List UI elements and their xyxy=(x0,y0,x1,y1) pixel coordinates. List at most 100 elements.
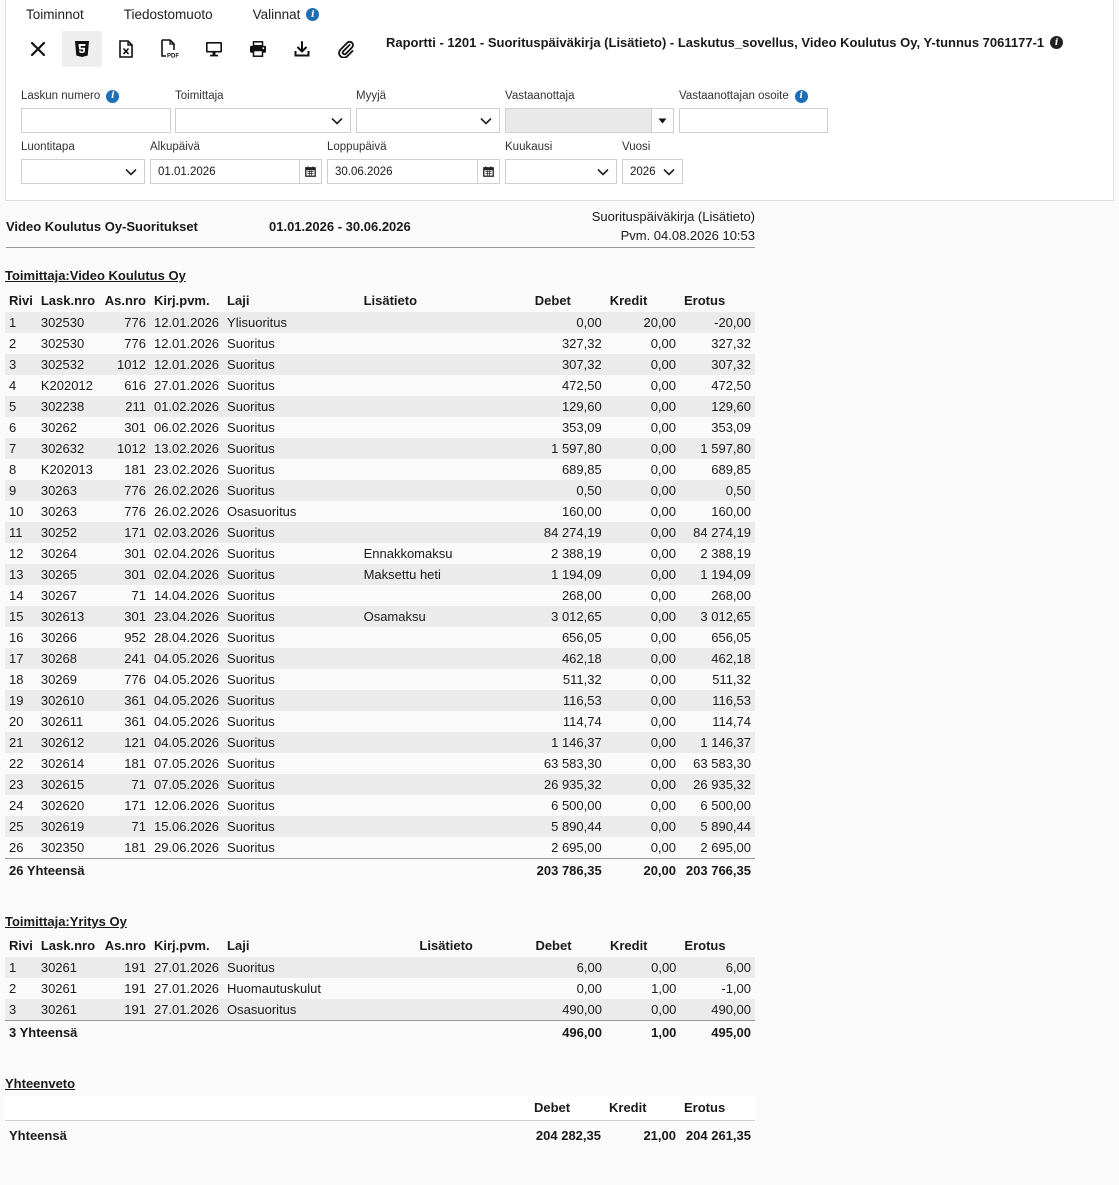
report-date: Pvm. 04.08.2026 10:53 xyxy=(620,228,755,243)
cell-rivi: 5 xyxy=(5,396,37,417)
menu-toiminnot[interactable]: Toiminnot xyxy=(26,7,84,22)
cell-kirjpvm: 02.04.2026 xyxy=(153,546,220,561)
cell-kredit: 0,00 xyxy=(650,714,677,729)
html-export-button[interactable] xyxy=(62,31,102,67)
table-row: 17 30268 241 04.05.2026 Suoritus 462,18 0,00 46… xyxy=(5,648,755,669)
cell-laji: Suoritus xyxy=(223,354,360,375)
download-button[interactable] xyxy=(282,31,322,67)
cell-rivi: 6 xyxy=(9,420,17,435)
cell-kredit: 0,00 xyxy=(605,606,681,627)
cell-laji: Ylisuoritus xyxy=(223,312,360,333)
cell-erotus: 1 597,80 xyxy=(680,438,755,459)
cell-rivi: 9 xyxy=(5,480,37,501)
cell-kredit: 0,00 xyxy=(605,522,681,543)
toimittaja-select[interactable] xyxy=(175,108,351,133)
payments-table: Rivi Lask.nro As.nro Kirj.pvm. Laji Lisä… xyxy=(5,288,755,883)
alkupaiva-input[interactable]: 01.01.2026 xyxy=(150,159,322,184)
html5-icon xyxy=(75,41,89,57)
vastaanottaja-select[interactable] xyxy=(505,108,674,133)
attachment-button[interactable] xyxy=(326,31,366,67)
cell-laji: Suoritus xyxy=(223,480,360,501)
myyja-select[interactable] xyxy=(356,108,500,133)
loppupaiva-input[interactable]: 30.06.2026 xyxy=(327,159,500,184)
cell-erotus: 1 194,09 xyxy=(680,564,755,585)
calendar-icon[interactable] xyxy=(299,160,321,183)
report-title: Raportti - 1201 - Suorituspäiväkirja (Li… xyxy=(386,35,1064,50)
excel-export-button[interactable] xyxy=(106,31,146,67)
info-icon[interactable]: i xyxy=(1050,36,1064,49)
cell-rivi: 22 xyxy=(9,756,24,771)
vastaanottajan-osoite-input[interactable] xyxy=(679,108,828,133)
cell-rivi: 19 xyxy=(5,690,37,711)
kuukausi-select[interactable] xyxy=(505,159,617,184)
chevron-down-icon xyxy=(480,117,492,125)
cell-kirjpvm: 29.06.2026 xyxy=(153,839,220,855)
cell-kirjpvm: 27.01.2026 xyxy=(153,378,220,393)
vastaanottajan-osoite-field: Vastaanottajan osoite i xyxy=(679,88,828,133)
table-body: 1 30261 191 27.01.2026 Suoritus 6,00 0,00 6,00 2… xyxy=(5,957,755,1020)
cell-kredit: 0,00 xyxy=(605,564,681,585)
cell-debet: 116,53 xyxy=(530,690,606,711)
vuosi-select[interactable]: 2026 xyxy=(622,159,683,184)
table-row: 7 302632 1012 13.02.2026 Suoritus 1 597,80 0,0… xyxy=(5,438,755,459)
menu-tiedostomuoto[interactable]: Tiedostomuoto xyxy=(124,7,213,22)
cell-laji: Suoritus xyxy=(227,672,275,687)
cell-asnro: 1012 xyxy=(100,438,150,459)
cell-kirjpvm: 07.05.2026 xyxy=(149,774,224,795)
calendar-icon[interactable] xyxy=(477,160,499,183)
cell-lasknro: 30263 xyxy=(36,480,101,501)
cell-rivi: 4 xyxy=(9,378,17,393)
table-row: 19 302610 361 04.05.2026 Suoritus 116,53 0,00 1… xyxy=(5,690,755,711)
table-row: 10 30263 776 26.02.2026 Osasuoritus 160,00 0,0… xyxy=(5,501,755,522)
info-icon[interactable]: i xyxy=(794,89,808,103)
cell-lasknro: 302612 xyxy=(36,732,101,753)
cell-lisatieto xyxy=(360,753,531,774)
cell-debet: 129,60 xyxy=(530,396,606,417)
cell-lisatieto xyxy=(359,480,531,501)
cell-lasknro: 30267 xyxy=(40,588,77,603)
cell-asnro: 301 xyxy=(124,420,146,435)
cell-erotus: 26 935,32 xyxy=(680,774,755,795)
cell-kredit: 0,00 xyxy=(650,672,677,687)
luontitapa-select[interactable] xyxy=(21,159,145,184)
cell-asnro: 1012 xyxy=(100,354,150,375)
cell-asnro: 71 xyxy=(100,774,150,795)
laskun-numero-input[interactable] xyxy=(21,108,171,133)
cell-erotus: 6 500,00 xyxy=(700,798,751,813)
caret-down-icon[interactable] xyxy=(651,109,673,132)
cell-lasknro: 302610 xyxy=(36,690,101,711)
cell-laji: Suoritus xyxy=(223,438,360,459)
cell-rivi: 16 xyxy=(9,630,24,645)
pdf-export-button[interactable]: PDF xyxy=(150,31,190,67)
cell-rivi: 11 xyxy=(5,522,37,543)
cell-erotus: 160,00 xyxy=(711,504,751,519)
cell-rivi: 1 xyxy=(5,312,37,333)
total-debet: 496,00 xyxy=(531,1019,606,1045)
menu-valinnat[interactable]: Valinnat i xyxy=(253,7,320,22)
cell-laji: Huomautuskulut xyxy=(227,981,321,996)
col-erotus: Erotus xyxy=(680,1096,755,1121)
cell-rivi: 12 xyxy=(9,546,24,561)
cell-rivi: 23 xyxy=(5,774,37,795)
cell-lisatieto xyxy=(359,522,531,543)
cell-lisatieto: Osamaksu xyxy=(359,606,531,627)
cell-debet: 511,32 xyxy=(562,672,602,687)
cell-debet: 1 597,80 xyxy=(530,438,606,459)
cell-kredit: 0,00 xyxy=(650,378,677,393)
close-button[interactable] xyxy=(18,31,58,67)
table-row: 15 302613 301 23.04.2026 Suoritus Osamaksu 3 0… xyxy=(5,606,755,627)
cell-debet: 462,18 xyxy=(530,648,606,669)
screen-view-button[interactable] xyxy=(194,31,234,67)
cell-erotus: 5 890,44 xyxy=(680,816,755,837)
cell-lisatieto xyxy=(360,375,531,396)
cell-rivi: 2 xyxy=(9,981,17,996)
info-icon[interactable]: i xyxy=(306,8,320,21)
cell-kredit: 20,00 xyxy=(605,312,681,333)
info-icon[interactable]: i xyxy=(106,89,120,103)
cell-kirjpvm: 27.01.2026 xyxy=(149,999,224,1020)
grand-total-debet: 204 282,35 xyxy=(535,1127,601,1143)
total-row: 26 Yhteensä 203 786,35 20,00 203 766,35 xyxy=(5,857,755,883)
chevron-down-icon xyxy=(663,168,675,176)
cell-lisatieto xyxy=(359,774,531,795)
print-button[interactable] xyxy=(238,31,278,67)
